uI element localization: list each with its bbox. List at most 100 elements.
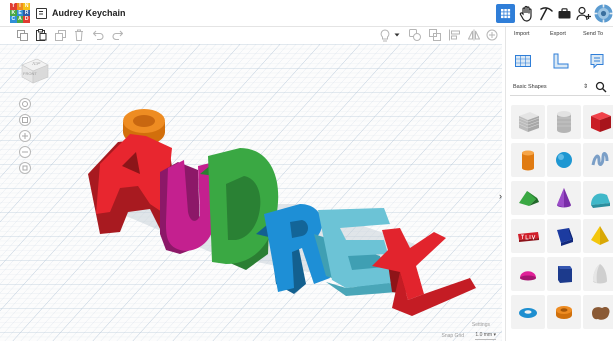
- shape-category-select[interactable]: Basic Shapes ⇕: [510, 80, 610, 96]
- export-button[interactable]: Export: [550, 31, 566, 37]
- view-cube-front-label: FRONT: [23, 71, 37, 76]
- shape-polygon[interactable]: [547, 257, 581, 291]
- round-roof-icon: [591, 193, 610, 208]
- snap-grid-value: 1.0 mm: [475, 332, 493, 338]
- grid-view-icon: [501, 9, 511, 19]
- cylinder-hole-icon: [557, 111, 571, 133]
- hand-icon[interactable]: [519, 5, 535, 22]
- notes-icon[interactable]: [589, 53, 605, 69]
- shape-cone[interactable]: [547, 181, 581, 215]
- scribble-icon: [591, 152, 609, 166]
- logo-letter: T: [10, 3, 17, 10]
- cone-icon: [557, 188, 571, 208]
- text-shape-icon: [518, 232, 539, 242]
- shape-paraboloid[interactable]: [583, 257, 613, 291]
- design-title[interactable]: Audrey Keychain: [52, 8, 126, 18]
- shape-torus[interactable]: [511, 295, 545, 329]
- add-user-icon[interactable]: [576, 6, 592, 21]
- logo-letter: N: [23, 3, 30, 10]
- group-icon[interactable]: [429, 29, 441, 41]
- shape-sphere[interactable]: [547, 143, 581, 177]
- pyramid-icon: [591, 226, 609, 245]
- logo-letter: C: [10, 16, 17, 23]
- shape-scribble[interactable]: [583, 143, 613, 177]
- mirror-icon[interactable]: [468, 29, 480, 41]
- zoom-out-button[interactable]: [19, 146, 31, 158]
- box-hole-icon: [518, 112, 540, 132]
- copy-icon[interactable]: [17, 30, 28, 41]
- cylinder-icon: [522, 150, 534, 171]
- roof-icon: [519, 191, 539, 206]
- select-arrows-icon: ⇕: [583, 84, 589, 90]
- align-icon[interactable]: [449, 29, 461, 41]
- fit-icon: [22, 117, 28, 123]
- shape-roof[interactable]: [511, 181, 545, 215]
- snap-grid-select[interactable]: 1.0 mm ▾: [475, 332, 496, 340]
- shape-box-hole[interactable]: [511, 105, 545, 139]
- duplicate-icon[interactable]: [55, 30, 66, 41]
- shape-generators-icon: [557, 228, 573, 246]
- home-icon: [22, 101, 28, 107]
- shape-category-label: Basic Shapes: [513, 84, 547, 90]
- shape-pyramid[interactable]: [583, 219, 613, 253]
- logo-letter: D: [23, 16, 30, 23]
- shape-half-sphere[interactable]: [511, 257, 545, 291]
- torus-icon: [519, 308, 537, 318]
- shape-tube[interactable]: [547, 295, 581, 329]
- half-sphere-icon: [520, 271, 536, 281]
- logo-letter: A: [16, 16, 24, 23]
- shape-round-roof[interactable]: [583, 181, 613, 215]
- design-menu-icon[interactable]: [36, 8, 47, 19]
- workplane-grid: [0, 44, 502, 341]
- 3d-workplane[interactable]: TOP FRONT Settings Snap Grid 1.0 mm ▾: [0, 44, 502, 341]
- box-icon: [591, 112, 611, 132]
- import-button[interactable]: Import: [514, 31, 530, 37]
- tube-icon: [556, 306, 572, 319]
- shape-cylinder[interactable]: [511, 143, 545, 177]
- minus-icon: [22, 151, 28, 153]
- search-icon[interactable]: [595, 81, 607, 93]
- grid-view-button[interactable]: [496, 4, 515, 23]
- home-view-button[interactable]: [19, 98, 31, 110]
- polygon-icon: [558, 266, 572, 283]
- shape-generators[interactable]: [547, 219, 581, 253]
- letter-d[interactable]: [200, 148, 279, 270]
- shape-text[interactable]: [511, 219, 545, 253]
- logo-letter: E: [16, 9, 24, 17]
- shape-organic[interactable]: [583, 295, 613, 329]
- fit-view-button[interactable]: [19, 114, 31, 126]
- panel-actions: Import Export Send To: [506, 27, 613, 45]
- ruler-icon[interactable]: [553, 53, 569, 69]
- zoom-in-button[interactable]: [19, 130, 31, 142]
- view-controls: [19, 98, 33, 178]
- perspective-icon: [22, 165, 28, 171]
- briefcase-icon[interactable]: [558, 8, 571, 19]
- shape-box[interactable]: [583, 105, 613, 139]
- paste-icon[interactable]: [36, 29, 47, 41]
- undo-icon[interactable]: [93, 30, 104, 40]
- shape-outline-icon[interactable]: [409, 29, 421, 41]
- settings-link[interactable]: Settings: [472, 322, 490, 328]
- perspective-button[interactable]: [19, 162, 31, 174]
- plus-icon: [22, 133, 28, 139]
- organic-icon: [592, 306, 610, 320]
- shape-cylinder-hole[interactable]: [547, 105, 581, 139]
- view-cube[interactable]: TOP FRONT: [20, 56, 50, 84]
- pick-icon[interactable]: [538, 6, 554, 21]
- workplane-icon[interactable]: [486, 29, 498, 41]
- redo-icon[interactable]: [112, 30, 123, 40]
- shapes-panel: Import Export Send To Basic Shapes ⇕: [505, 27, 613, 341]
- avatar-icon[interactable]: [594, 4, 613, 23]
- snap-grid-label: Snap Grid: [441, 333, 464, 339]
- delete-icon[interactable]: [74, 29, 84, 41]
- logo-letter: R: [23, 9, 30, 17]
- send-to-button[interactable]: Send To: [583, 31, 603, 37]
- light-dropdown-icon[interactable]: [394, 33, 400, 38]
- workplane-grid-icon[interactable]: [515, 53, 531, 69]
- light-bulb-icon[interactable]: [380, 29, 390, 42]
- sphere-icon: [556, 152, 572, 168]
- logo-letter: I: [16, 3, 24, 10]
- paraboloid-icon: [593, 264, 607, 284]
- panel-view-icons: [506, 49, 613, 77]
- tinkercad-logo[interactable]: T I N K E R C A D: [10, 3, 30, 23]
